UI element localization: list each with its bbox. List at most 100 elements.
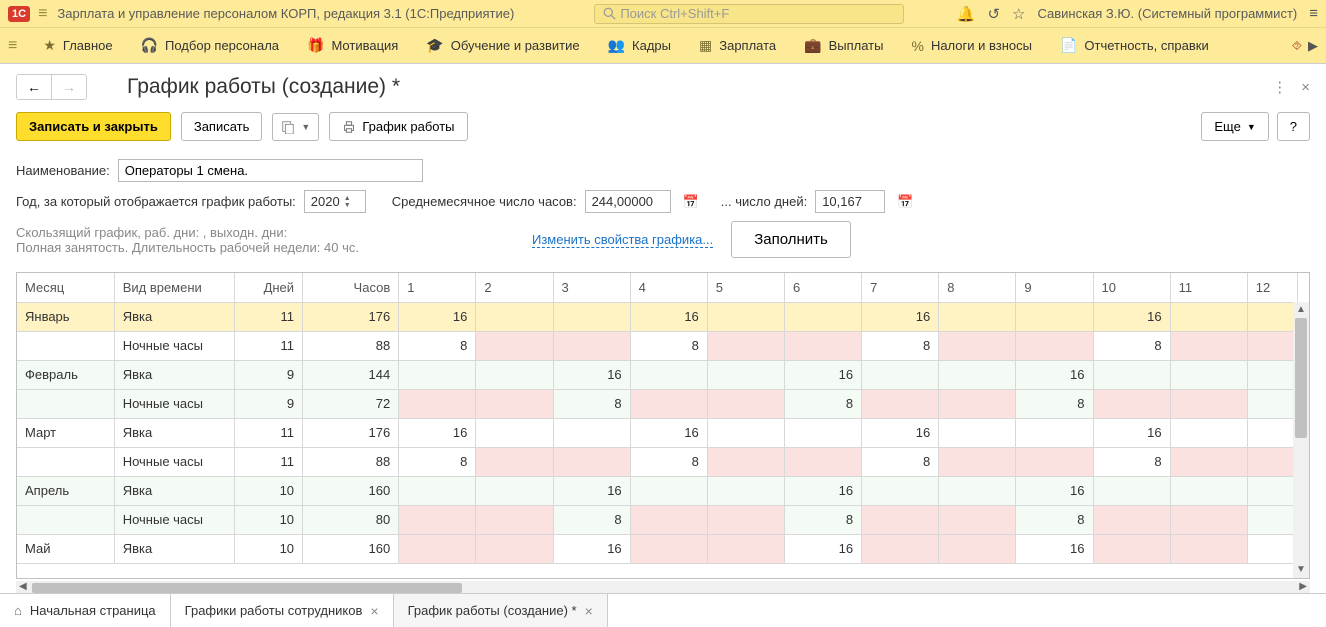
calendar-icon-2[interactable]: 📅 xyxy=(897,194,913,210)
more-button[interactable]: Еще ▼ xyxy=(1201,112,1268,141)
col-header[interactable]: 3 xyxy=(553,273,630,302)
user-name[interactable]: Савинская З.Ю. (Системный программист) xyxy=(1037,6,1297,21)
avg-hours-input[interactable]: 244,00000 xyxy=(585,190,671,213)
forward-button: → xyxy=(52,75,86,99)
table-row[interactable]: Ночные часы11888888 xyxy=(17,447,1298,476)
year-label: Год, за который отображается график рабо… xyxy=(16,194,296,209)
nav-more-arrow-icon[interactable]: ▶ xyxy=(1308,38,1318,54)
info-line1: Скользящий график, раб. дни: , выходн. д… xyxy=(16,225,359,240)
scroll-down-icon[interactable]: ▼ xyxy=(1293,562,1309,578)
people-icon: 👥 xyxy=(608,37,625,54)
table-row[interactable]: Ночные часы972888 xyxy=(17,389,1298,418)
percent-icon: % xyxy=(911,38,923,54)
scroll-up-icon[interactable]: ▲ xyxy=(1293,302,1309,318)
headset-icon: 🎧 xyxy=(141,37,158,54)
name-label: Наименование: xyxy=(16,163,110,178)
name-input[interactable] xyxy=(118,159,423,182)
schedule-table-wrap: МесяцВид времениДнейЧасов123456789101112… xyxy=(16,272,1310,579)
grad-icon: 🎓 xyxy=(426,37,443,54)
table-row[interactable]: Ночные часы11888888 xyxy=(17,331,1298,360)
main-nav: ≡ ★Главное🎧Подбор персонала🎁Мотивация🎓Об… xyxy=(0,28,1326,64)
scroll-thumb[interactable] xyxy=(1295,318,1307,438)
copy-dropdown-button[interactable]: ▼ xyxy=(272,113,319,141)
app-menu-icon[interactable]: ≡ xyxy=(38,5,47,23)
global-search[interactable]: Поиск Ctrl+Shift+F xyxy=(594,4,904,24)
nav-Обучение и развитие[interactable]: 🎓Обучение и развитие xyxy=(412,28,593,64)
col-header[interactable]: 12 xyxy=(1247,273,1297,302)
page-close-icon[interactable]: × xyxy=(1301,79,1310,96)
close-icon[interactable]: × xyxy=(585,603,593,619)
col-header[interactable]: Месяц xyxy=(17,273,114,302)
avg-hours-label: Среднемесячное число часов: xyxy=(392,194,577,209)
doc-icon: 📄 xyxy=(1060,37,1077,54)
print-schedule-button[interactable]: График работы xyxy=(329,112,467,141)
settings-bars-icon[interactable]: ≡ xyxy=(1309,5,1318,22)
nav-Зарплата[interactable]: ▦Зарплата xyxy=(685,28,790,64)
bottom-tabs: ⌂Начальная страницаГрафики работы сотруд… xyxy=(0,593,1326,627)
history-icon[interactable]: ↺ xyxy=(987,5,1000,23)
name-row: Наименование: xyxy=(0,155,1326,186)
bell-icon[interactable]: 🔔 xyxy=(957,5,976,23)
tab[interactable]: Графики работы сотрудников× xyxy=(171,594,394,627)
table-row[interactable]: ФевральЯвка9144161616 xyxy=(17,360,1298,389)
star-icon[interactable]: ☆ xyxy=(1012,5,1025,23)
spinner-icon[interactable]: ▲▼ xyxy=(344,195,351,209)
col-header[interactable]: 9 xyxy=(1016,273,1093,302)
days-input[interactable]: 10,167 xyxy=(815,190,885,213)
close-icon[interactable]: × xyxy=(370,603,378,619)
col-header[interactable]: Вид времени xyxy=(114,273,234,302)
col-header[interactable]: 4 xyxy=(630,273,707,302)
days-label: ... число дней: xyxy=(721,194,807,209)
change-props-link[interactable]: Изменить свойства графика... xyxy=(532,232,713,248)
nav-Главное[interactable]: ★Главное xyxy=(29,28,126,64)
gift-icon: 🎁 xyxy=(307,37,324,54)
nav-toggle-icon[interactable]: ≡ xyxy=(8,37,17,55)
copy-icon xyxy=(281,120,295,134)
search-placeholder: Поиск Ctrl+Shift+F xyxy=(620,6,729,21)
printer-icon xyxy=(342,120,356,134)
logo-1c: 1C xyxy=(8,6,30,22)
write-close-button[interactable]: Записать и закрыть xyxy=(16,112,171,141)
page-menu-icon[interactable]: ⋮ xyxy=(1272,78,1287,96)
nav-Налоги и взносы[interactable]: %Налоги и взносы xyxy=(897,28,1046,64)
scroll-right-icon[interactable]: ▶ xyxy=(1299,581,1307,592)
vertical-scrollbar[interactable]: ▲ ▼ xyxy=(1293,302,1309,578)
table-row[interactable]: ЯнварьЯвка1117616161616 xyxy=(17,302,1298,331)
nav-Подбор персонала[interactable]: 🎧Подбор персонала xyxy=(127,28,293,64)
nav-Кадры[interactable]: 👥Кадры xyxy=(594,28,685,64)
table-row[interactable]: МартЯвка1117616161616 xyxy=(17,418,1298,447)
toolbar: Записать и закрыть Записать ▼ График раб… xyxy=(0,112,1326,155)
calendar-icon[interactable]: 📅 xyxy=(683,194,699,210)
col-header[interactable]: Дней xyxy=(234,273,302,302)
schedule-table[interactable]: МесяцВид времениДнейЧасов123456789101112… xyxy=(17,273,1298,564)
star-icon: ★ xyxy=(43,37,56,54)
fill-button[interactable]: Заполнить xyxy=(731,221,851,258)
titlebar: 1C ≡ Зарплата и управление персоналом КО… xyxy=(0,0,1326,28)
table-row[interactable]: МайЯвка10160161616 xyxy=(17,534,1298,563)
nav-Отчетность, справки[interactable]: 📄Отчетность, справки xyxy=(1046,28,1223,64)
table-row[interactable]: АпрельЯвка10160161616 xyxy=(17,476,1298,505)
hscroll-thumb[interactable] xyxy=(32,583,462,593)
tab[interactable]: График работы (создание) *× xyxy=(394,594,608,627)
col-header[interactable]: 2 xyxy=(476,273,553,302)
page-title: График работы (создание) * xyxy=(127,75,400,99)
write-button[interactable]: Записать xyxy=(181,112,263,141)
nav-Выплаты[interactable]: 💼Выплаты xyxy=(790,28,897,64)
nav-Мотивация[interactable]: 🎁Мотивация xyxy=(293,28,412,64)
tab[interactable]: ⌂Начальная страница xyxy=(0,594,171,627)
col-header[interactable]: 1 xyxy=(399,273,476,302)
col-header[interactable]: 5 xyxy=(707,273,784,302)
year-row: Год, за который отображается график рабо… xyxy=(0,186,1326,217)
col-header[interactable]: 7 xyxy=(862,273,939,302)
year-input[interactable]: 2020 ▲▼ xyxy=(304,190,366,213)
col-header[interactable]: 8 xyxy=(939,273,1016,302)
col-header[interactable]: Часов xyxy=(303,273,399,302)
col-header[interactable]: 6 xyxy=(784,273,861,302)
table-row[interactable]: Ночные часы1080888 xyxy=(17,505,1298,534)
col-header[interactable]: 10 xyxy=(1093,273,1170,302)
scroll-left-icon[interactable]: ◀ xyxy=(19,581,27,592)
back-button[interactable]: ← xyxy=(17,75,52,99)
col-header[interactable]: 11 xyxy=(1170,273,1247,302)
nav-plugin-icon[interactable]: ⯑ xyxy=(1292,38,1302,54)
help-button[interactable]: ? xyxy=(1277,112,1310,141)
